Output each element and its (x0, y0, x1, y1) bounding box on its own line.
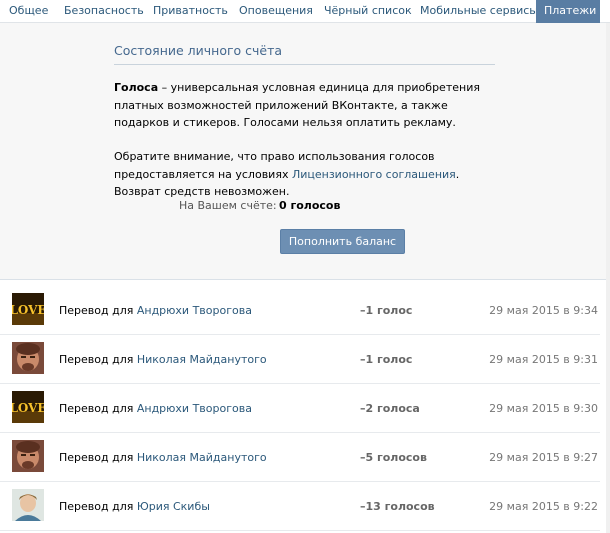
transaction-text: Перевод для Андрюхи Творогова (59, 304, 252, 317)
transaction-text: Перевод для Андрюхи Творогова (59, 402, 252, 415)
transaction-amount: –1 голос (360, 304, 413, 317)
recipient-link[interactable]: Юрия Скибы (137, 500, 210, 513)
transaction-row: LOVE Перевод для Андрюхи Творогова –2 го… (0, 384, 600, 433)
transaction-date: 29 мая 2015 в 9:30 (489, 402, 598, 415)
transaction-date: 29 мая 2015 в 9:22 (489, 500, 598, 513)
license-notice: Обратите внимание, что право использован… (114, 148, 504, 201)
svg-text:LOVE: LOVE (12, 303, 44, 317)
transaction-text: Перевод для Юрия Скибы (59, 500, 210, 513)
transaction-row: Перевод для Николая Майданутого –1 голос… (0, 335, 600, 384)
recipient-link[interactable]: Андрюхи Творогова (137, 402, 252, 415)
transaction-amount: –2 голоса (360, 402, 420, 415)
tab-payments[interactable]: Платежи (536, 0, 600, 23)
avatar-love-icon[interactable]: LOVE (12, 293, 44, 325)
transaction-date: 29 мая 2015 в 9:27 (489, 451, 598, 464)
license-agreement-link[interactable]: Лицензионного соглашения (292, 168, 456, 181)
transaction-row: LOVE Перевод для Андрюхи Творогова –1 го… (0, 286, 600, 335)
transaction-amount: –5 голосов (360, 451, 427, 464)
recipient-link[interactable]: Николая Майданутого (137, 451, 267, 464)
transaction-text: Перевод для Николая Майданутого (59, 451, 267, 464)
votes-term: Голоса (114, 81, 159, 94)
transaction-date: 29 мая 2015 в 9:31 (489, 353, 598, 366)
transaction-date: 29 мая 2015 в 9:34 (489, 304, 598, 317)
top-up-balance-button[interactable]: Пополнить баланс (280, 229, 405, 254)
avatar-face-icon[interactable] (12, 342, 44, 374)
transaction-amount: –1 голос (360, 353, 413, 366)
account-panel: Состояние личного счёта Голоса – универс… (0, 23, 610, 280)
tab-blacklist[interactable]: Чёрный список (324, 0, 412, 23)
scrollbar[interactable] (606, 23, 610, 533)
balance-value: 0 голосов (279, 199, 341, 212)
balance-label: На Вашем счёте: (179, 199, 277, 212)
transaction-row: Перевод для Николая Майданутого –5 голос… (0, 433, 600, 482)
avatar-face-icon[interactable] (12, 440, 44, 472)
transaction-text: Перевод для Николая Майданутого (59, 353, 267, 366)
tab-privacy[interactable]: Приватность (153, 0, 228, 23)
tab-security[interactable]: Безопасность (64, 0, 144, 23)
svg-text:LOVE: LOVE (12, 401, 44, 415)
transaction-amount: –13 голосов (360, 500, 435, 513)
section-title: Состояние личного счёта (114, 43, 495, 65)
settings-tabs: Общее Безопасность Приватность Оповещени… (0, 0, 610, 23)
transaction-row: Перевод для Юрия Скибы –13 голосов 29 ма… (0, 482, 600, 531)
recipient-link[interactable]: Николая Майданутого (137, 353, 267, 366)
votes-description-text: – универсальная условная единица для при… (114, 81, 480, 129)
recipient-link[interactable]: Андрюхи Творогова (137, 304, 252, 317)
votes-description: Голоса – универсальная условная единица … (114, 79, 504, 132)
avatar-person-icon[interactable] (12, 489, 44, 521)
tab-notifications[interactable]: Оповещения (239, 0, 313, 23)
tab-general[interactable]: Общее (9, 0, 48, 23)
tab-mobile-services[interactable]: Мобильные сервисы (420, 0, 538, 23)
avatar-love-icon[interactable]: LOVE (12, 391, 44, 423)
